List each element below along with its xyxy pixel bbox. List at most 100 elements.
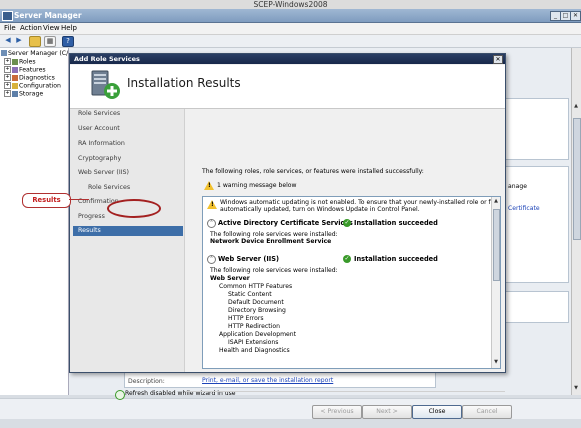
warning-text-line2: automatically updated, turn on Windows U… bbox=[220, 206, 420, 213]
expand-icon[interactable]: + bbox=[4, 90, 11, 97]
iis-feature: HTTP Errors bbox=[228, 315, 264, 322]
expand-icon[interactable]: + bbox=[4, 58, 11, 65]
refresh-icon bbox=[115, 390, 125, 400]
panel-text-manage: anage bbox=[508, 183, 527, 190]
iis-feature: Static Content bbox=[228, 291, 272, 298]
menu-help[interactable]: Help bbox=[61, 24, 77, 33]
scroll-down-icon[interactable]: ▼ bbox=[573, 385, 579, 392]
storage-icon bbox=[12, 90, 18, 97]
iis-feature: HTTP Redirection bbox=[228, 323, 280, 330]
results-callout: Results bbox=[22, 193, 71, 208]
tree-label: Roles bbox=[19, 58, 36, 66]
callout-connector bbox=[69, 199, 89, 200]
callout-label: Results bbox=[32, 196, 61, 204]
wizard-content: The following roles, role services, or f… bbox=[185, 109, 512, 419]
menu-file[interactable]: File bbox=[4, 24, 16, 33]
nav-cryptography[interactable]: Cryptography bbox=[78, 154, 121, 163]
back-arrow-icon[interactable]: ◀ bbox=[3, 36, 13, 45]
results-scrollbar[interactable]: ▲ ▼ bbox=[491, 197, 500, 368]
section-title-iis: Web Server (IIS) bbox=[218, 255, 279, 263]
tree-item-roles[interactable]: + Roles bbox=[4, 58, 36, 66]
success-check-icon: ✓ bbox=[343, 255, 351, 263]
collapse-icon[interactable]: ⌃ bbox=[207, 219, 216, 228]
close-icon[interactable]: ✕ bbox=[570, 11, 581, 21]
show-hide-tree-icon[interactable]: ▦ bbox=[44, 36, 56, 47]
scroll-thumb[interactable] bbox=[573, 118, 581, 240]
expand-icon[interactable]: + bbox=[4, 82, 11, 89]
nav-web-server[interactable]: Web Server (IIS) bbox=[78, 168, 129, 177]
menu-action[interactable]: Action bbox=[20, 24, 42, 33]
tree-item-storage[interactable]: + Storage bbox=[4, 90, 43, 98]
tree-label: Configuration bbox=[19, 82, 61, 90]
adcs-service-ndes: Network Device Enrollment Service bbox=[210, 238, 332, 245]
menu-bar: File Action View Help bbox=[0, 23, 581, 35]
diagnostics-icon bbox=[12, 74, 18, 81]
intro-text: The following roles, role services, or f… bbox=[202, 168, 424, 175]
server-manager-title: Server Manager bbox=[14, 11, 82, 20]
server-manager-titlebar: Server Manager _ □ ✕ bbox=[0, 9, 581, 23]
features-icon bbox=[12, 66, 18, 73]
print-report-link[interactable]: Print, e-mail, or save the installation … bbox=[202, 377, 333, 385]
nav-progress[interactable]: Progress bbox=[78, 212, 105, 221]
warning-summary: 1 warning message below bbox=[217, 182, 297, 189]
tree-label: Diagnostics bbox=[19, 74, 55, 82]
tree-item-configuration[interactable]: + Configuration bbox=[4, 82, 61, 90]
section-status-adcs: Installation succeeded bbox=[354, 219, 438, 227]
iis-web-server: Web Server bbox=[210, 275, 250, 282]
collapse-icon[interactable]: ⌃ bbox=[207, 255, 216, 264]
advanced-tools-panel bbox=[505, 291, 569, 323]
wizard-steps-nav: Role Services User Account RA Informatio… bbox=[70, 109, 185, 372]
warning-icon bbox=[204, 181, 214, 190]
details-scrollbar[interactable]: ▲ ▼ bbox=[571, 48, 581, 395]
tree-item-server-manager[interactable]: Server Manager (C/ bbox=[1, 50, 68, 58]
next-button[interactable]: Next > bbox=[362, 405, 412, 419]
iis-feature: Common HTTP Features bbox=[219, 283, 293, 290]
tree-label: Server Manager (C/ bbox=[8, 50, 69, 57]
server-icon bbox=[1, 50, 7, 56]
tree-item-features[interactable]: + Features bbox=[4, 66, 46, 74]
tree-label: Features bbox=[19, 66, 46, 74]
dialog-close-icon[interactable]: ✕ bbox=[493, 55, 503, 64]
results-list: Windows automatic updating is not enable… bbox=[202, 196, 501, 369]
callout-highlight-ring bbox=[107, 199, 161, 218]
nav-results[interactable]: Results bbox=[73, 226, 183, 236]
tree-pane: Server Manager (C/ + Roles + Features + Dia… bbox=[0, 48, 69, 395]
dialog-header: Installation Results bbox=[70, 65, 505, 109]
scroll-up-icon[interactable]: ▲ bbox=[493, 198, 499, 205]
nav-web-role-services[interactable]: Role Services bbox=[88, 183, 130, 192]
up-folder-icon[interactable] bbox=[29, 36, 41, 47]
cancel-button[interactable]: Cancel bbox=[462, 405, 512, 419]
previous-button[interactable]: < Previous bbox=[312, 405, 362, 419]
iis-feature: ISAPI Extensions bbox=[228, 339, 279, 346]
nav-ra-information[interactable]: RA Information bbox=[78, 139, 125, 148]
scroll-down-icon[interactable]: ▼ bbox=[493, 359, 499, 366]
expand-icon[interactable]: + bbox=[4, 66, 11, 73]
success-check-icon: ✓ bbox=[343, 219, 351, 227]
scroll-thumb[interactable] bbox=[493, 209, 500, 281]
nav-user-account[interactable]: User Account bbox=[78, 124, 120, 133]
tree-label: Storage bbox=[19, 90, 44, 98]
iis-feature: Default Document bbox=[228, 299, 284, 306]
scroll-up-icon[interactable]: ▲ bbox=[573, 103, 579, 110]
server-install-icon bbox=[91, 70, 120, 99]
dialog-button-bar: < Previous Next > Close Cancel bbox=[185, 391, 512, 428]
forward-arrow-icon[interactable]: ▶ bbox=[14, 36, 24, 45]
dialog-titlebar: Add Role Services ✕ bbox=[70, 54, 505, 64]
iis-feature: Directory Browsing bbox=[228, 307, 286, 314]
role-services-panel: anage Certificate bbox=[505, 166, 569, 283]
menu-view[interactable]: View bbox=[43, 24, 60, 33]
certificate-link[interactable]: Certificate bbox=[508, 205, 540, 213]
section-title-adcs: Active Directory Certificate Services bbox=[218, 219, 353, 227]
description-label: Description: bbox=[128, 378, 165, 385]
iis-feature: Health and Diagnostics bbox=[219, 347, 290, 354]
close-button[interactable]: Close bbox=[412, 405, 462, 419]
section-status-iis: Installation succeeded bbox=[354, 255, 438, 263]
expand-icon[interactable]: + bbox=[4, 74, 11, 81]
tree-item-diagnostics[interactable]: + Diagnostics bbox=[4, 74, 55, 82]
dialog-heading: Installation Results bbox=[127, 76, 241, 90]
configuration-icon bbox=[12, 82, 18, 89]
summary-panel bbox=[505, 98, 569, 160]
help-icon[interactable]: ? bbox=[62, 36, 74, 47]
nav-results-label: Results bbox=[78, 227, 101, 234]
nav-role-services[interactable]: Role Services bbox=[78, 109, 120, 118]
